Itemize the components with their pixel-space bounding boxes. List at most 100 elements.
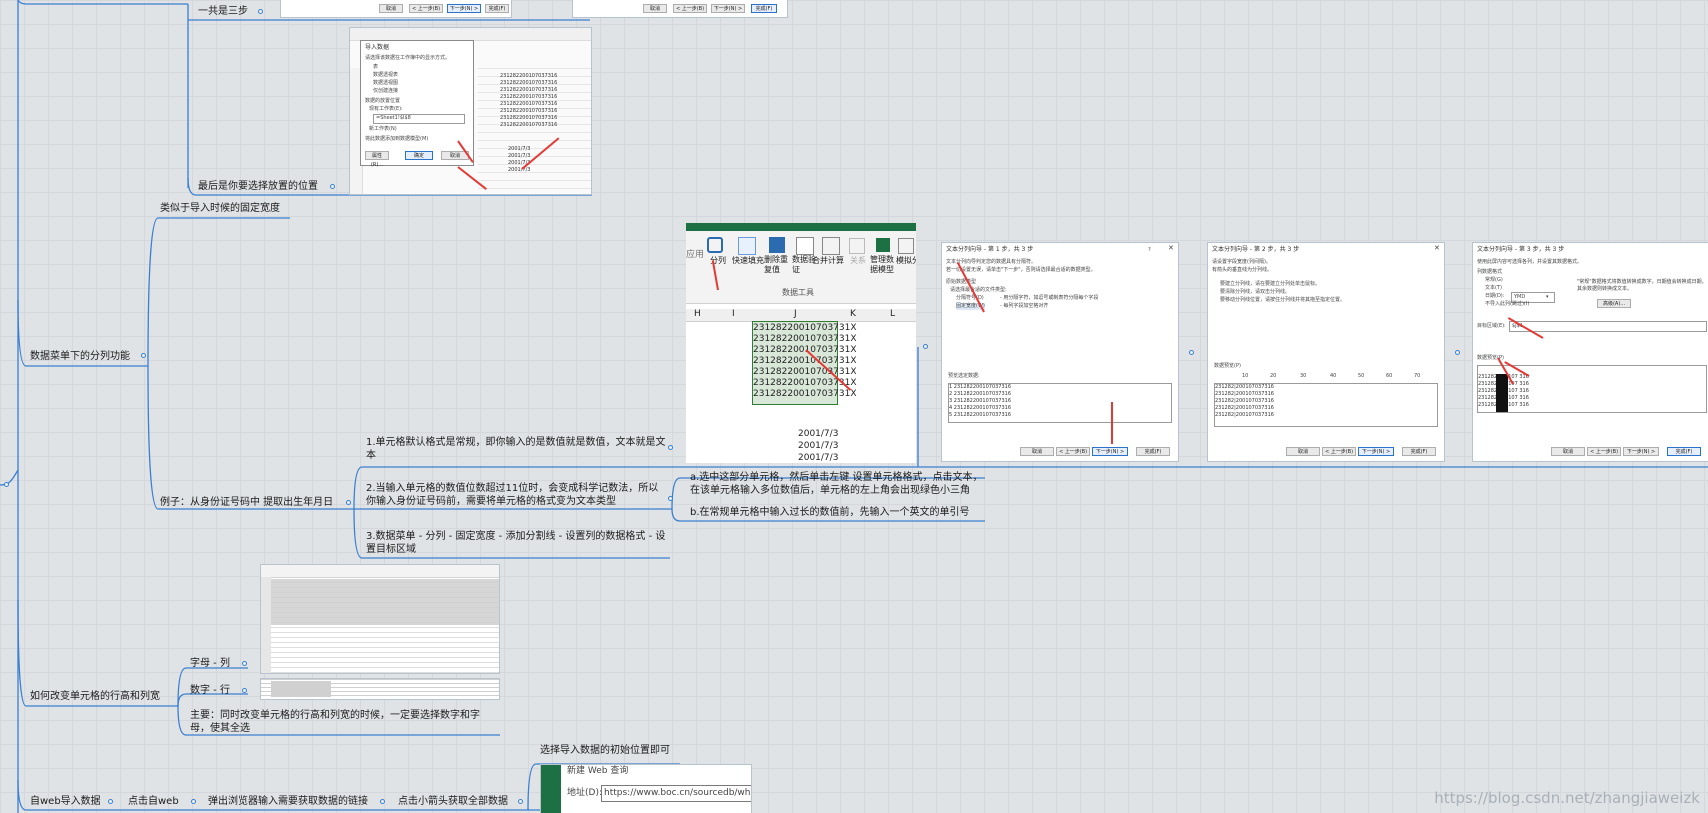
node-split-column-dot[interactable] (141, 353, 146, 358)
wizard1-prev-button[interactable]: < 上一步(B) (1056, 447, 1090, 456)
node-step1-dot[interactable] (668, 445, 673, 450)
top-next-button[interactable]: 下一步(N) > (447, 4, 481, 13)
node-letter-col-dot[interactable] (242, 661, 247, 666)
node-web-import-dot[interactable] (108, 799, 113, 804)
wizard1-cancel-button[interactable]: 取消 (1020, 447, 1054, 456)
wizard2-cancel-button[interactable]: 取消 (1286, 447, 1320, 456)
ribbon-datamodel-button[interactable]: 管理数据模型 (870, 235, 896, 285)
node-step2a[interactable]: a.选中这部分单元格，然后单击左键 设置单元格格式，点击文本，在该单元格输入多位… (690, 471, 986, 497)
node-click-web-dot[interactable] (191, 799, 196, 804)
node-choose-start[interactable]: 选择导入数据的初始位置即可 (540, 744, 670, 757)
col-header-l[interactable]: L (890, 309, 895, 319)
node-split-column[interactable]: 数据菜单下的分列功能 (30, 350, 130, 363)
date-cell-3: 2001/7/3 (798, 453, 839, 463)
top2-cancel-button[interactable]: 取消 (643, 4, 667, 13)
web-address-input[interactable]: https://www.boc.cn/sourcedb/wh (601, 785, 751, 802)
wizard3-target-input[interactable]: $J$1 (1509, 321, 1707, 332)
wizard3-preview-box[interactable]: 231282 200107 316231282 200107 316 23128… (1477, 365, 1707, 413)
wizard3-target-label: 目标区域(E): (1477, 323, 1506, 329)
node-row-col[interactable]: 如何改变单元格的行高和列宽 (30, 690, 160, 703)
node-click-arrow[interactable]: 点击小箭头获取全部数据 (398, 795, 508, 808)
ribbon-flashfill-button[interactable]: 快速填充 (732, 235, 764, 285)
col-header-i[interactable]: I (732, 309, 735, 319)
node-click-web[interactable]: 点击自web (128, 795, 179, 808)
import-place-label: 数据的放置位置 (365, 98, 401, 104)
wizard1-close-icon[interactable]: ✕ (1168, 245, 1174, 252)
node-number-row-dot[interactable] (242, 688, 247, 693)
web-dialog-title: 新建 Web 查询 (567, 766, 629, 776)
wizard3-opt-text[interactable]: 文本(T) (1485, 285, 1502, 292)
root-collapse-dot[interactable] (4, 482, 9, 487)
import-existing-radio[interactable]: 现有工作表(E): (369, 106, 403, 113)
import-ok-button[interactable]: 确定 (405, 151, 433, 160)
node-example-dot[interactable] (346, 500, 351, 505)
node-click-arrow-dot[interactable] (518, 799, 523, 804)
col-header-h[interactable]: H (694, 309, 701, 319)
wizard1-preview-box[interactable]: 1 231282200107037316 2 231282200107037316… (948, 383, 1172, 423)
ribbon-whatif-button[interactable]: 模拟分析 (896, 235, 916, 285)
wizard2-next-button[interactable]: 下一步(N) > (1358, 447, 1394, 456)
node-step3[interactable]: 3.数据菜单 - 分列 - 固定宽度 - 添加分割线 - 设置列的数据格式 - … (366, 530, 668, 556)
node-three-steps-dot[interactable] (258, 9, 263, 14)
ribbon-relations-button[interactable]: 关系 (846, 235, 868, 285)
top2-next-button[interactable]: 下一步(N) > (711, 4, 745, 13)
import-opt-table[interactable]: 表 (373, 64, 378, 71)
wizard3-cancel-button[interactable]: 取消 (1551, 447, 1585, 456)
ribbon-dedupe-button[interactable]: 删除重复值 (764, 235, 790, 285)
node-last-choose[interactable]: 最后是你要选择放置的位置 (198, 180, 318, 193)
wizard3-opt-general[interactable]: 常规(G) (1485, 277, 1503, 284)
import-existing-input[interactable]: =Sheet1!$I$8 (373, 114, 465, 124)
wizard3-desc: "常规"数据格式将数值转换成数字，日期值会转换成日期，其余数据则转换成文本。 (1577, 279, 1707, 292)
node-web-import[interactable]: 自web导入数据 (30, 795, 101, 808)
node-step2b[interactable]: b.在常规单元格中输入过长的数值前，先输入一个英文的单引号 (690, 506, 970, 519)
wizard2-close-icon[interactable]: ✕ (1434, 245, 1440, 252)
import-add-model-checkbox[interactable]: 将此数据添加到数据模型(M) (365, 136, 428, 143)
wizard3-advanced-button[interactable]: 高级(A)... (1597, 299, 1631, 308)
top-finish-button[interactable]: 完成(F) (485, 4, 509, 13)
top-cancel-button[interactable]: 取消 (379, 4, 403, 13)
wizard2-preview-label: 数据预览(P) (1214, 363, 1241, 369)
top2-finish-button[interactable]: 完成(F) (751, 4, 777, 13)
top2-prev-button[interactable]: < 上一步(B) (673, 4, 707, 13)
wizard3-next-button[interactable]: 下一步(N) > (1623, 447, 1659, 456)
node-wizard1-dot[interactable] (1189, 350, 1194, 355)
import-opt-pivot-chart[interactable]: 数据透视图 (373, 80, 398, 87)
node-browser-link[interactable]: 弹出浏览器输入需要获取数据的链接 (208, 795, 368, 808)
wizard1-help-icon[interactable]: ? (1148, 247, 1151, 254)
node-step2a-dot[interactable] (923, 344, 928, 349)
ribbon-consolidate-button[interactable]: 合并计算 (812, 235, 844, 285)
id-cell-2: 231282200107037​31X (753, 334, 857, 344)
import-opt-pivot[interactable]: 数据透视表 (373, 72, 398, 79)
col-header-k[interactable]: K (850, 309, 856, 319)
wizard2-finish-button[interactable]: 完成(F) (1402, 447, 1436, 456)
node-example[interactable]: 例子：从身份证号码中 提取出生年月日 (160, 496, 333, 509)
wizard2-preview-box[interactable]: 231282|200107037316 231282|200107037316 2… (1214, 383, 1438, 427)
top-prev-button[interactable]: < 上一步(B) (409, 4, 443, 13)
node-similar-fixed-width[interactable]: 类似于导入时候的固定宽度 (160, 202, 280, 215)
import-props-button[interactable]: 属性(R)... (365, 151, 389, 168)
node-note[interactable]: 主要：同时改变单元格的行高和列宽的时候，一定要选择数字和字母，使其全选 (190, 709, 494, 735)
wizard1-opt-delim-desc: - 用分隔字符，如逗号或制表符分隔每个字段 (1000, 295, 1099, 301)
col-header-j[interactable]: J (794, 309, 797, 319)
node-step1[interactable]: 1.单元格默认格式是常规，即你输入的是数值就是数值，文本就是文本 (366, 436, 666, 462)
node-wizard2-dot[interactable] (1455, 350, 1460, 355)
wizard3-opt-skip[interactable]: 不导入此列(跳过)(I) (1485, 301, 1529, 308)
node-step2-dot[interactable] (668, 496, 673, 501)
node-number-row[interactable]: 数字 - 行 (190, 684, 230, 697)
watermark: https://blog.csdn.net/zhangjiaweizk (1434, 789, 1700, 807)
import-prompt: 请选择该数据在工作簿中的显示方式。 (365, 55, 451, 61)
wizard3-prev-button[interactable]: < 上一步(B) (1587, 447, 1621, 456)
import-new-sheet-radio[interactable]: 新工作表(N) (369, 126, 397, 133)
node-three-steps[interactable]: 一共是三步 (198, 5, 248, 18)
text-wizard-step3: 文本分列向导 - 第 3 步，共 3 步 使用此屏内容可选择各列，并设置其数据格… (1472, 242, 1708, 462)
node-browser-link-dot[interactable] (380, 799, 385, 804)
wizard3-finish-button[interactable]: 完成(F) (1667, 447, 1701, 456)
wizard1-finish-button[interactable]: 完成(F) (1136, 447, 1170, 456)
wizard2-prev-button[interactable]: < 上一步(B) (1322, 447, 1356, 456)
node-last-choose-dot[interactable] (330, 184, 335, 189)
node-step2[interactable]: 2.当输入单元格的数值位数超过11位时，会变成科学记数法，所以你输入身份证号码前… (366, 482, 668, 508)
wizard1-next-button[interactable]: 下一步(N) > (1092, 447, 1128, 456)
import-opt-conn[interactable]: 仅创建连接 (373, 88, 398, 95)
node-letter-col[interactable]: 字母 - 列 (190, 657, 230, 670)
wizard3-opt-date[interactable]: 日期(D): (1485, 293, 1504, 300)
